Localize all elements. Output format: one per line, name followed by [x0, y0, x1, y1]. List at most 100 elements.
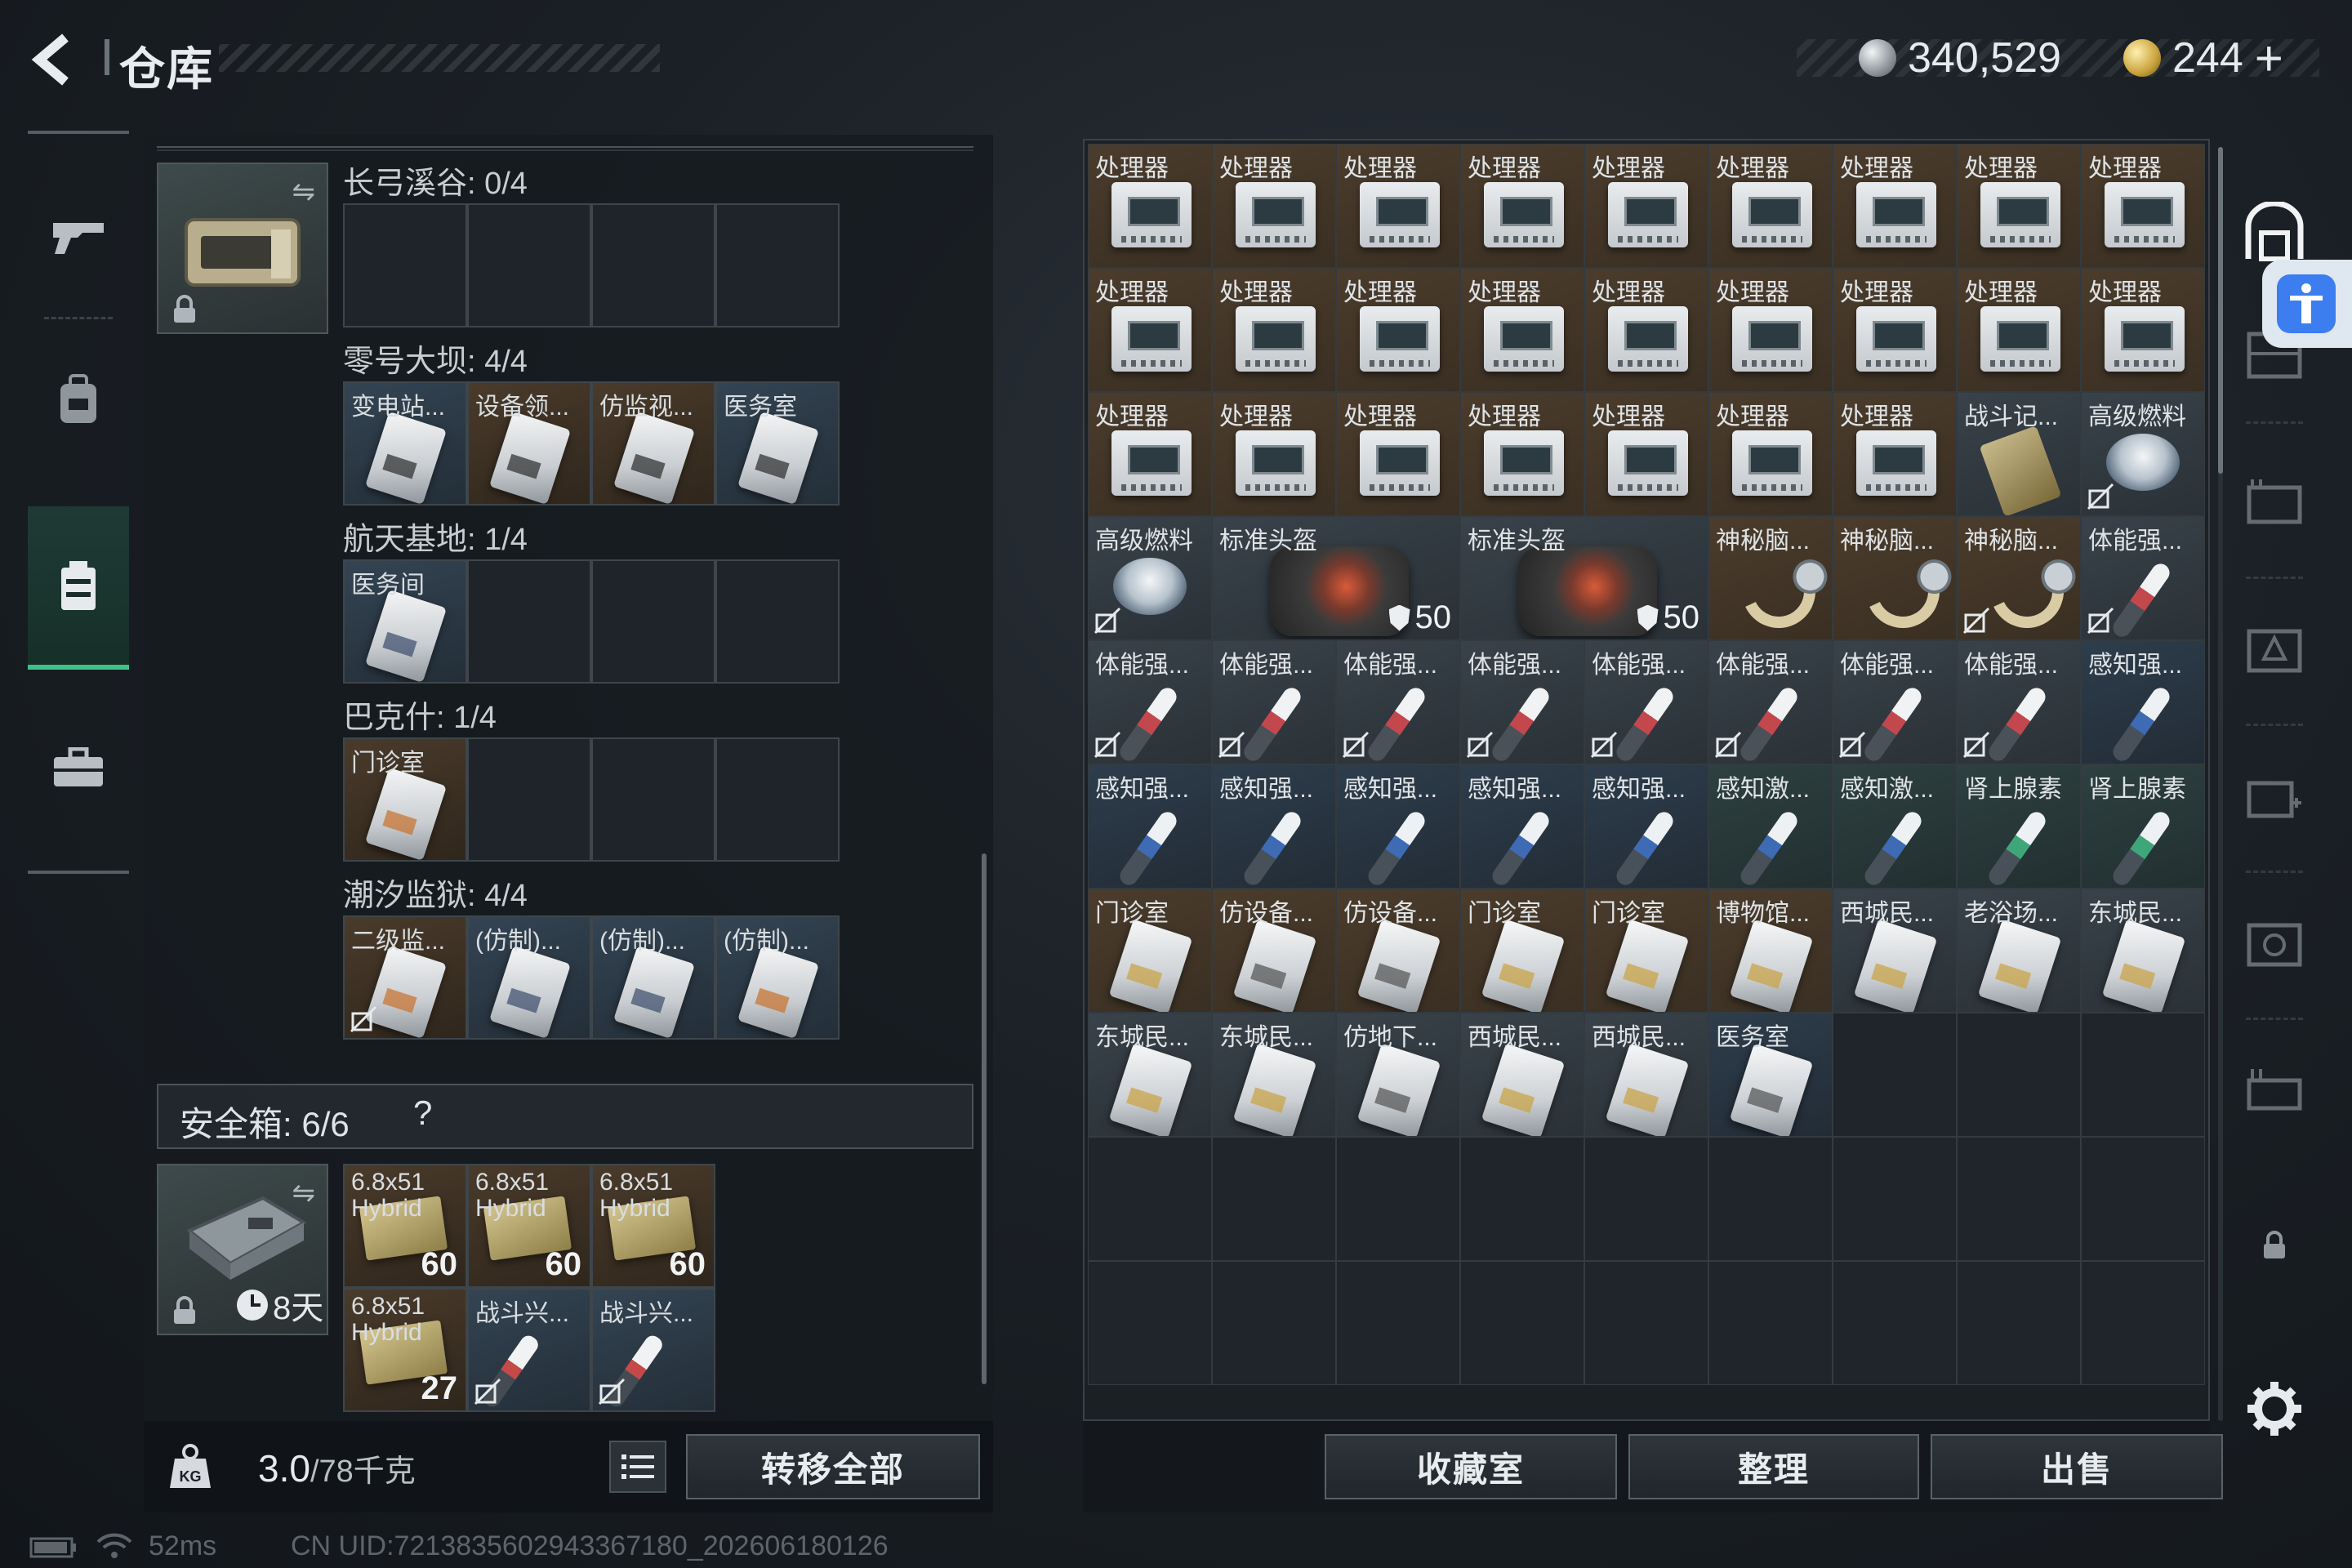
keycard-slot[interactable]	[715, 559, 840, 684]
item-cell[interactable]: 处理器	[1336, 268, 1460, 392]
item-cell[interactable]: 处理器	[1460, 392, 1584, 516]
empty-cell[interactable]	[1957, 1013, 2081, 1137]
ammo-slot[interactable]: 6.8x51 Hybrid 60	[591, 1164, 715, 1288]
empty-cell[interactable]	[1833, 1261, 1957, 1385]
storage-page-5[interactable]	[2230, 735, 2319, 858]
item-cell[interactable]: 医务室	[1708, 1013, 1833, 1137]
item-cell[interactable]: 体能强...	[1957, 640, 2081, 764]
sell-button[interactable]: 出售	[1931, 1434, 2223, 1499]
empty-cell[interactable]	[1584, 1261, 1708, 1385]
keycard-slot[interactable]: (仿制)...	[591, 915, 715, 1040]
empty-cell[interactable]	[2081, 1261, 2205, 1385]
item-cell[interactable]: 感知激...	[1708, 764, 1833, 889]
ammo-slot[interactable]: 6.8x51 Hybrid 60	[467, 1164, 591, 1288]
empty-cell[interactable]	[1088, 1137, 1212, 1261]
empty-cell[interactable]	[1708, 1137, 1833, 1261]
item-cell[interactable]: 神秘脑...	[1957, 516, 2081, 640]
ammo-slot[interactable]: 6.8x51 Hybrid 27	[343, 1288, 467, 1412]
keycard-slot[interactable]	[467, 203, 591, 327]
storage-page-7[interactable]	[2230, 1029, 2319, 1152]
nav-storage-tab[interactable]	[28, 506, 129, 670]
item-cell[interactable]: 门诊室	[1460, 889, 1584, 1013]
storage-scrollbar[interactable]	[2218, 147, 2223, 474]
item-cell[interactable]: 处理器	[1212, 392, 1336, 516]
item-cell[interactable]: 东城民...	[1212, 1013, 1336, 1137]
item-cell[interactable]: 处理器	[1212, 268, 1336, 392]
keycard-slot[interactable]	[591, 737, 715, 862]
stim-slot[interactable]: 战斗兴...	[591, 1288, 715, 1412]
nav-backpack-tab[interactable]	[28, 327, 129, 474]
item-cell[interactable]: 体能强...	[1212, 640, 1336, 764]
item-cell[interactable]: 处理器	[1584, 392, 1708, 516]
keycard-case-slot[interactable]: ⇋	[157, 163, 328, 334]
item-cell[interactable]: 门诊室	[1584, 889, 1708, 1013]
item-cell[interactable]: 处理器	[1460, 144, 1584, 268]
storage-page-3[interactable]	[2230, 441, 2319, 564]
keycard-slot[interactable]: 仿监视...	[591, 381, 715, 506]
item-cell[interactable]: 感知强...	[1584, 764, 1708, 889]
keycard-slot[interactable]	[591, 559, 715, 684]
item-cell[interactable]: 处理器	[1833, 144, 1957, 268]
keycard-slot[interactable]	[343, 203, 467, 327]
item-cell[interactable]: 感知强...	[1088, 764, 1212, 889]
item-cell[interactable]: 感知强...	[1460, 764, 1584, 889]
item-cell[interactable]: 处理器	[1957, 144, 2081, 268]
empty-cell[interactable]	[1833, 1013, 1957, 1137]
empty-cell[interactable]	[1708, 1261, 1833, 1385]
item-cell[interactable]: 处理器	[1833, 392, 1957, 516]
add-currency-button[interactable]: +	[2255, 30, 2283, 87]
item-cell[interactable]: 体能强...	[1336, 640, 1460, 764]
storage-page-6[interactable]	[2230, 882, 2319, 1004]
safebox-help-button[interactable]: ?	[413, 1094, 432, 1133]
item-cell[interactable]: 东城民...	[1088, 1013, 1212, 1137]
empty-cell[interactable]	[1957, 1137, 2081, 1261]
item-cell[interactable]: 处理器	[1708, 268, 1833, 392]
storage-lock-toggle[interactable]	[2230, 1184, 2319, 1307]
empty-cell[interactable]	[1460, 1261, 1584, 1385]
item-cell[interactable]: 肾上腺素	[1957, 764, 2081, 889]
empty-cell[interactable]	[1212, 1137, 1336, 1261]
keycard-slot[interactable]: 门诊室	[343, 737, 467, 862]
keycard-slot[interactable]: (仿制)...	[715, 915, 840, 1040]
settings-button[interactable]	[2230, 1348, 2319, 1470]
keycard-slot[interactable]	[467, 559, 591, 684]
nav-weapon-tab[interactable]	[28, 155, 129, 318]
item-cell[interactable]: 体能强...	[1088, 640, 1212, 764]
keycard-slot[interactable]	[467, 737, 591, 862]
weight-kg-icon[interactable]: KG	[168, 1444, 212, 1490]
item-cell-helmet[interactable]: 标准头盔 50	[1212, 516, 1460, 640]
empty-cell[interactable]	[2081, 1137, 2205, 1261]
accessibility-button[interactable]	[2262, 260, 2352, 348]
item-cell[interactable]: 处理器	[1088, 392, 1212, 516]
keycard-slot[interactable]: (仿制)...	[467, 915, 591, 1040]
item-cell[interactable]: 处理器	[1833, 268, 1957, 392]
item-cell[interactable]: 体能强...	[1460, 640, 1584, 764]
item-cell[interactable]: 处理器	[1460, 268, 1584, 392]
sort-button[interactable]: 整理	[1628, 1434, 1919, 1499]
collection-room-button[interactable]: 收藏室	[1325, 1434, 1617, 1499]
keycard-slot[interactable]: 医务室	[715, 381, 840, 506]
item-cell[interactable]: 处理器	[1336, 392, 1460, 516]
item-cell[interactable]: 处理器	[1088, 268, 1212, 392]
item-cell[interactable]: 高级燃料	[1088, 516, 1212, 640]
item-cell[interactable]: 处理器	[2081, 268, 2205, 392]
item-cell[interactable]: 处理器	[1088, 144, 1212, 268]
swap-icon[interactable]: ⇋	[292, 1177, 316, 1209]
item-cell-helmet[interactable]: 标准头盔 50	[1460, 516, 1708, 640]
item-cell[interactable]: 感知强...	[1212, 764, 1336, 889]
item-cell[interactable]: 体能强...	[1833, 640, 1957, 764]
panel-scrollbar[interactable]	[982, 853, 987, 1384]
list-view-button[interactable]	[609, 1441, 666, 1493]
item-cell[interactable]: 博物馆...	[1708, 889, 1833, 1013]
back-button[interactable]	[24, 31, 90, 88]
item-cell[interactable]: 处理器	[1584, 268, 1708, 392]
item-cell[interactable]: 神秘脑...	[1708, 516, 1833, 640]
keycard-slot[interactable]	[715, 737, 840, 862]
item-cell[interactable]: 西城民...	[1833, 889, 1957, 1013]
keycard-slot[interactable]	[591, 203, 715, 327]
empty-cell[interactable]	[1336, 1137, 1460, 1261]
safebox-slot[interactable]: ⇋ 8天	[157, 1164, 328, 1335]
ammo-slot[interactable]: 6.8x51 Hybrid 60	[343, 1164, 467, 1288]
empty-cell[interactable]	[1336, 1261, 1460, 1385]
keycard-slot[interactable]: 二级监...	[343, 915, 467, 1040]
